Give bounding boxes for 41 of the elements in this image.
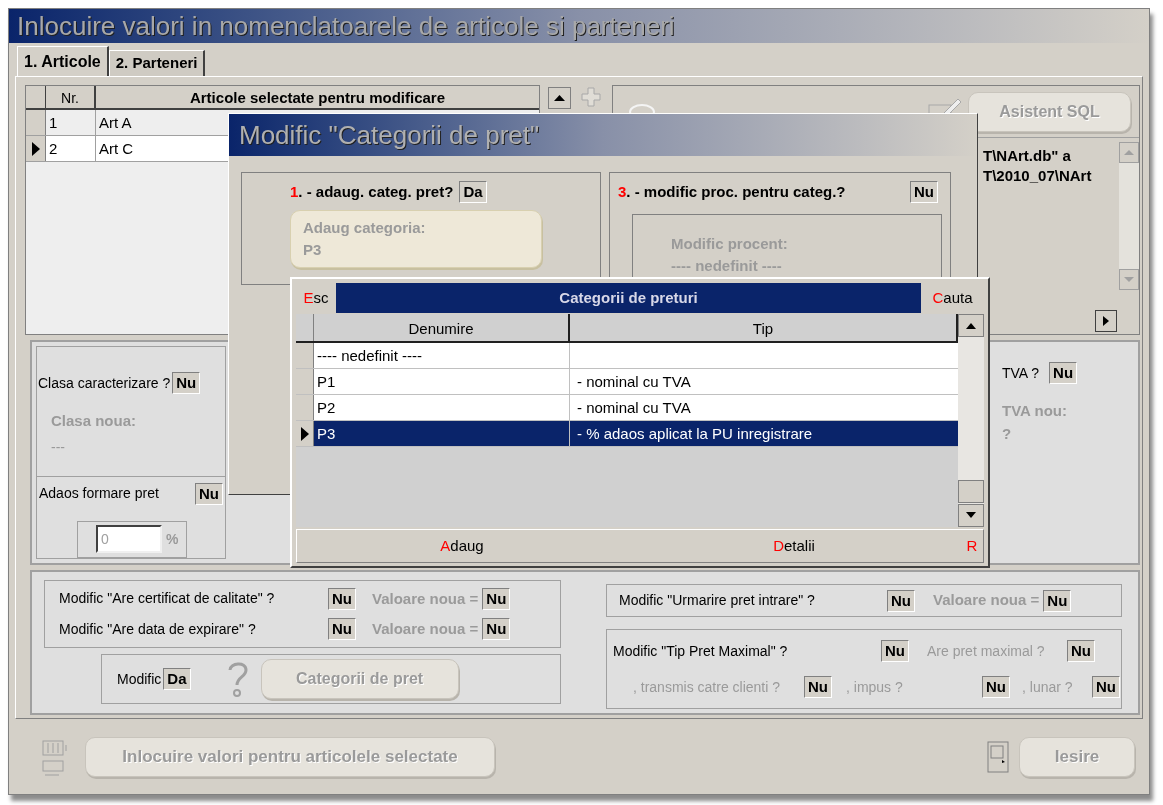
field-label: Modific "Tip Pret Maximal" ?: [613, 641, 789, 661]
sql-text: T\NArt.db" a: [983, 146, 1071, 166]
field-label: Clasa noua:: [50, 411, 138, 431]
field-value: ---: [50, 437, 66, 457]
card-value: P3: [303, 240, 323, 260]
field-label: Modific "Are data de expirare" ?: [59, 619, 257, 639]
field-label: Modific: [117, 669, 162, 689]
table-cell: P3: [314, 421, 570, 446]
table-cell: 1: [46, 110, 96, 135]
table-cell-text: - nominal cu TVA: [576, 372, 692, 392]
field-label: Clasa caracterizare ?: [38, 373, 171, 393]
field-label: Modific "Are certificat de calitate" ?: [59, 589, 276, 609]
field-label: Valoare noua =: [372, 588, 479, 609]
field-label: Modific procent:: [671, 233, 789, 254]
field-label: , lunar ?: [1022, 677, 1074, 697]
field-value: ?: [1002, 423, 1013, 444]
field-value: ---- nedefinit ----: [671, 256, 783, 276]
field-label: Modific "Urmarire pret intrare" ?: [619, 591, 816, 610]
table-cell: P1: [314, 369, 570, 394]
popup-title: Categorii de preturi: [336, 283, 921, 313]
field-label: , impus ?: [846, 677, 904, 697]
table-cell-text: - nominal cu TVA: [576, 398, 692, 418]
table-cell: ---- nedefinit ----: [314, 343, 570, 368]
step-heading: 1. - adaug. categ. pret?: [290, 182, 454, 202]
sql-text: T\2010_07\NArt: [983, 166, 1092, 186]
table-cell: P2: [314, 395, 570, 420]
field-label: TVA ?: [1002, 363, 1040, 383]
field-label: Are pret maximal ?: [927, 641, 1046, 661]
field-label: , transmis catre clienti ?: [633, 677, 782, 697]
table-cell-text: Art A: [99, 113, 132, 133]
step-heading: 3. - modific proc. pentru categ.?: [618, 182, 846, 202]
field-label: Valoare noua =: [372, 619, 479, 639]
table-cell: 2: [46, 136, 96, 161]
field-label: Adaos formare pret: [39, 484, 159, 503]
field-label: TVA nou:: [1002, 401, 1068, 421]
field-label: Valoare noua =: [933, 590, 1040, 611]
table-cell-text: - % adaos aplicat la PU inregistrare: [576, 424, 814, 444]
card-label: Adaug categoria:: [303, 217, 427, 238]
window-title: Inlocuire valori in nomenclatoarele de articole si parteneri: [9, 9, 1149, 43]
unit-label: %: [166, 529, 179, 549]
table-cell-text: Art C: [99, 139, 134, 159]
